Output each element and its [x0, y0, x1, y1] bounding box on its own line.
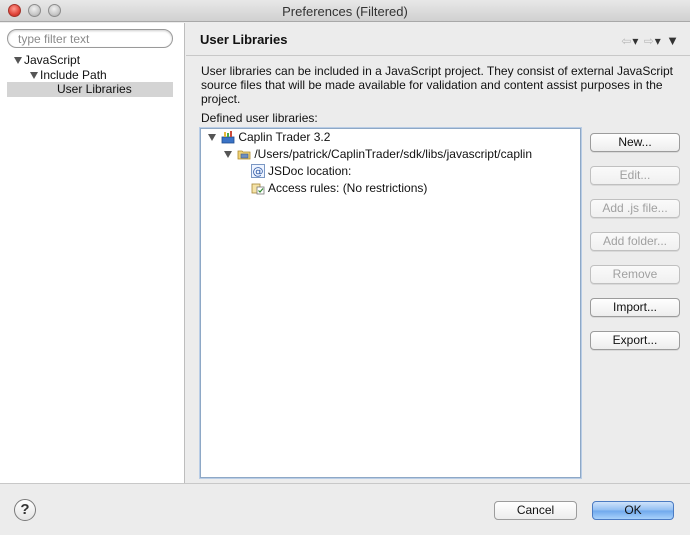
export-libraries-button[interactable]: Export...: [590, 331, 680, 350]
user-libraries-page: User Libraries ⇦▾ ⇨▾ ▼ User libraries ca…: [186, 23, 690, 483]
library-row[interactable]: /Users/patrick/CaplinTrader/sdk/libs/jav…: [224, 146, 532, 163]
library-row[interactable]: @ JSDoc location:: [251, 163, 351, 180]
back-dropdown-icon[interactable]: ▾: [632, 34, 639, 48]
page-description: User libraries can be included in a Java…: [201, 64, 674, 106]
tree-item-label: Include Path: [40, 68, 107, 82]
ok-button[interactable]: OK: [592, 501, 674, 520]
edit-library-button[interactable]: Edit...: [590, 166, 680, 185]
library-label: /Users/patrick/CaplinTrader/sdk/libs/jav…: [254, 147, 532, 161]
page-title: User Libraries: [200, 32, 288, 47]
add-folder-button[interactable]: Add folder...: [590, 232, 680, 251]
help-button[interactable]: ?: [14, 499, 36, 521]
dialog-button-bar: ? Cancel OK: [0, 483, 690, 535]
library-label: Access rules: (No restrictions): [268, 181, 428, 195]
tree-item-label: User Libraries: [57, 82, 132, 96]
page-header: User Libraries ⇦▾ ⇨▾ ▼: [186, 23, 690, 56]
forward-arrow-icon[interactable]: ⇨: [644, 34, 655, 48]
library-row[interactable]: Caplin Trader 3.2: [208, 129, 330, 146]
expand-triangle-icon[interactable]: [14, 57, 22, 64]
access-rules-icon: [251, 183, 265, 195]
tree-item-user-libraries[interactable]: User Libraries: [57, 82, 132, 97]
history-nav: ⇦▾ ⇨▾ ▼: [621, 33, 680, 48]
filter-box: [7, 29, 173, 48]
tree-item-include-path[interactable]: Include Path: [30, 68, 107, 83]
new-library-button[interactable]: New...: [590, 133, 680, 152]
add-js-file-button[interactable]: Add .js file...: [590, 199, 680, 218]
preferences-tree-pane: JavaScript Include Path User Libraries: [0, 23, 185, 483]
jsdoc-icon: @: [251, 164, 265, 178]
filter-input[interactable]: [18, 30, 168, 47]
back-arrow-icon[interactable]: ⇦: [621, 34, 632, 48]
expand-triangle-icon[interactable]: [208, 134, 216, 141]
tree-item-javascript[interactable]: JavaScript: [14, 53, 80, 68]
svg-text:@: @: [253, 165, 264, 178]
library-icon: [221, 131, 235, 144]
library-label: JSDoc location:: [268, 164, 352, 178]
cancel-button[interactable]: Cancel: [494, 501, 577, 520]
library-row[interactable]: Access rules: (No restrictions): [251, 180, 427, 197]
user-libraries-tree[interactable]: Caplin Trader 3.2 /Users/patrick/CaplinT…: [200, 128, 581, 478]
library-label: Caplin Trader 3.2: [238, 130, 331, 144]
window-title: Preferences (Filtered): [282, 4, 408, 19]
defined-libraries-label: Defined user libraries:: [201, 111, 318, 125]
expand-triangle-icon[interactable]: [30, 72, 38, 79]
tree-item-label: JavaScript: [24, 53, 81, 67]
folder-library-icon: [237, 150, 251, 160]
view-menu-icon[interactable]: ▼: [666, 33, 680, 48]
remove-library-button[interactable]: Remove: [590, 265, 680, 284]
expand-triangle-icon[interactable]: [224, 151, 232, 158]
import-libraries-button[interactable]: Import...: [590, 298, 680, 317]
forward-dropdown-icon[interactable]: ▾: [655, 34, 662, 48]
window-titlebar: Preferences (Filtered): [0, 0, 690, 22]
